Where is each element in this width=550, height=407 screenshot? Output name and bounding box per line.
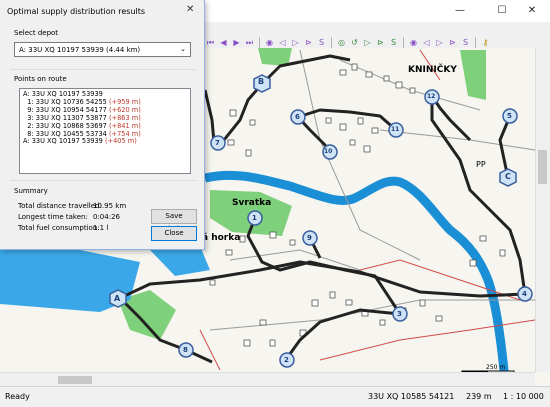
minimize-button[interactable]: — [450,4,470,18]
status-ready: Ready [5,392,30,401]
dialog-title: Optimal supply distribution results [7,7,146,16]
place-label-svratka: Svratka [232,198,272,208]
vertical-scroll-thumb[interactable] [538,150,547,184]
marker-label: 4 [522,290,527,298]
chevron-down-icon: ⌄ [180,45,186,53]
toolbar-separator [475,36,476,48]
list-item[interactable]: A: 33U XQ 10197 53939 (+405 m) [23,137,187,146]
marker-label: 8 [183,346,188,354]
toolbar-separator [403,36,404,48]
locate-icon[interactable]: ◎ [336,37,347,48]
depot-select[interactable]: A: 33U XQ 10197 53939 (4.44 km) ⌄ [14,42,191,57]
first-icon[interactable]: ⏮ [205,37,216,48]
place-label-horka: á horka [202,233,241,243]
scale-label: 250 m [486,364,506,371]
key-icon[interactable]: ⚷ [480,37,491,48]
last-icon[interactable]: ⏭ [244,37,255,48]
next-icon[interactable]: ▶ [231,37,242,48]
vertical-scrollbar[interactable] [535,48,550,372]
marker-label: 9 [307,234,312,242]
curve-icon[interactable]: ↺ [349,37,360,48]
green-area [460,50,486,100]
marker-label: 5 [507,112,512,120]
status-scale: 1 : 10 000 [503,392,544,401]
marker-label: C [505,172,511,181]
marker-label: 1 [252,214,257,222]
forward2-icon[interactable]: ▷ [434,37,445,48]
time-value: 0:04:26 [93,213,120,221]
distance-label: Total distance travelled: [18,202,102,210]
skip2-icon[interactable]: ⊳ [447,37,458,48]
horizontal-scroll-thumb[interactable] [58,376,92,384]
dialog-close-icon[interactable]: ✕ [186,4,194,15]
depot-select-value: A: 33U XQ 10197 53939 (4.44 km) [19,46,141,54]
marker-label: B [258,77,265,86]
fuel-label: Total fuel consumption: [18,224,100,232]
lake [150,246,210,276]
marker-label: 2 [284,356,289,364]
toolbar-separator [259,36,260,48]
time-label: Longest time taken: [18,213,88,221]
save-solution-button[interactable]: Save solution [151,209,197,233]
fuel-value: 1.1 l [93,224,109,232]
skip-green-icon[interactable]: ⊳ [375,37,386,48]
route2-icon[interactable]: S [460,37,471,48]
marker-label: 7 [215,139,220,147]
points-label: Points on route [14,75,67,83]
prev-icon[interactable]: ◀ [218,37,229,48]
marker-label: A [114,294,121,303]
distance-value: 10.95 km [93,202,127,210]
status-bar: Ready 33U XQ 10585 54121 239 m 1 : 10 00… [0,386,550,407]
marker-label: 11 [391,126,400,133]
back-icon[interactable]: ◁ [421,37,432,48]
marker-label: 3 [397,310,402,318]
play-icon[interactable]: ▷ [290,37,301,48]
status-coords: 33U XQ 10585 54121 [368,392,455,401]
points-list[interactable]: A: 33U XQ 10197 53939 1: 33U XQ 10736 54… [19,88,191,174]
close-dialog-button[interactable]: Close [151,226,197,241]
forward-icon[interactable]: ▷ [362,37,373,48]
status-altitude: 239 m [466,392,492,401]
step-back-icon[interactable]: ◁ [277,37,288,48]
marker-label: 12 [427,93,436,100]
skip-icon[interactable]: ⊳ [303,37,314,48]
maximize-button[interactable]: ☐ [492,4,512,18]
results-dialog: Optimal supply distribution results ✕ Se… [0,0,205,250]
route-icon[interactable]: S [316,37,327,48]
target-icon[interactable]: ◉ [408,37,419,48]
path-icon[interactable]: S [388,37,399,48]
marker-label: 10 [324,148,333,155]
summary-group-divider [10,180,196,181]
toolbar-separator [331,36,332,48]
close-window-button[interactable]: ✕ [522,4,542,18]
points-group-divider [10,69,196,70]
summary-label: Summary [14,187,48,195]
record-icon[interactable]: ◉ [264,37,275,48]
place-label-kninicky: KNINIČKY [408,65,457,75]
place-label-pp: PP [476,160,486,169]
marker-label: 6 [295,113,300,121]
select-depot-label: Select depot [14,29,59,37]
